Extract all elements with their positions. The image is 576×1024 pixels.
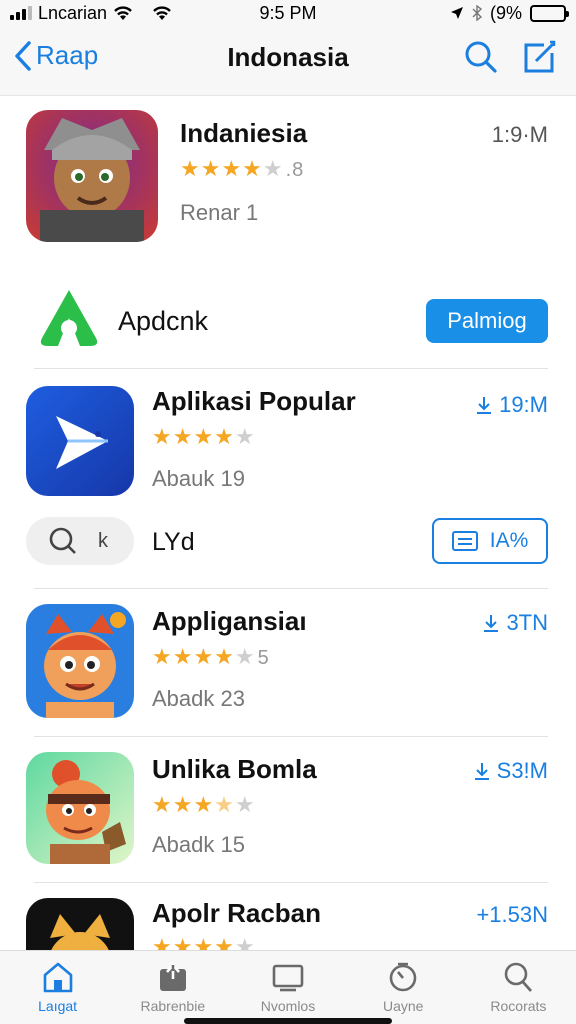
app-icon — [26, 386, 134, 496]
app-icon — [26, 604, 134, 718]
status-left: Lncarian — [10, 3, 210, 24]
wifi-icon-secondary — [153, 6, 171, 20]
chevron-left-icon — [15, 40, 31, 71]
home-indicator — [184, 1018, 392, 1024]
tab-search[interactable]: Rocorats — [461, 951, 576, 1024]
tab-label: Uayne — [382, 998, 424, 1014]
brand-name: Apdcnk — [118, 306, 209, 336]
divider — [34, 736, 548, 737]
location-arrow-icon — [450, 7, 463, 19]
app-icon — [26, 752, 134, 864]
app-size: 3TN — [482, 610, 548, 636]
search-icon — [49, 527, 76, 554]
carrier-name: Lncarian — [38, 2, 108, 23]
filter-button[interactable]: IA% — [432, 518, 548, 564]
featured-app-row[interactable]: Indaniesia ★★★★★ .8 Renar 1 1:9·M — [0, 96, 576, 266]
search-icon — [505, 962, 533, 992]
list-item[interactable]: Apolr Racban ★★★★★ +1.53N — [0, 884, 576, 950]
divider — [34, 588, 548, 589]
featured-app-size: 1:9·M — [491, 122, 548, 147]
app-subtitle: Abadk 15 — [152, 832, 245, 857]
search-suffix: k — [98, 529, 108, 552]
featured-app-icon — [26, 110, 158, 242]
tab-label: Rabrenbie — [140, 998, 206, 1014]
home-icon — [43, 962, 72, 993]
battery-percentage: (9% — [489, 2, 522, 23]
status-bar: Lncarian 9:5 PM (9% — [0, 0, 576, 26]
featured-app-name: Indaniesia — [180, 118, 308, 148]
app-name: Unlika Bomla — [152, 754, 317, 784]
status-right: (9% — [366, 2, 569, 24]
tab-label: Nvomlos — [260, 998, 316, 1014]
app-size-value: S3!M — [496, 758, 548, 783]
app-size-value: 19:M — [499, 392, 548, 417]
app-name: Aplikasi Popular — [152, 386, 356, 416]
wifi-icon — [114, 6, 132, 20]
divider — [34, 882, 548, 883]
brand-logo-icon — [40, 290, 98, 346]
rating-number: .8 — [285, 159, 305, 181]
tab-games[interactable]: Uayne — [346, 951, 461, 1024]
battery-icon — [530, 4, 569, 22]
brand-action-button[interactable]: Palmiog — [426, 299, 548, 343]
clock-icon — [389, 962, 417, 992]
filter-label: LYd — [152, 528, 195, 556]
app-icon — [26, 898, 134, 950]
navigation-bar: Raap Indonasia — [0, 26, 576, 96]
app-size: +1.53N — [476, 902, 548, 927]
tab-bar: Laıgat Rabrenbie Nvomlos Uayne Rocorats — [0, 950, 576, 1024]
list-item[interactable]: Appligansiaı ★★★★★ 5 Abadk 23 3TN — [0, 590, 576, 736]
app-name: Appligansiaı — [152, 606, 307, 636]
tab-today[interactable]: Laıgat — [0, 951, 115, 1024]
featured-app-subtitle: Renar 1 — [180, 200, 259, 225]
list-icon — [451, 531, 478, 551]
tab-label: Rocorats — [490, 998, 547, 1014]
app-rating: ★★★★★ 5 — [152, 644, 270, 669]
back-label: Raap — [36, 40, 99, 70]
tab-apps[interactable]: Nvomlos — [230, 951, 345, 1024]
divider — [34, 368, 548, 369]
screen-icon — [272, 964, 304, 992]
compose-icon[interactable] — [522, 40, 556, 74]
nav-actions — [464, 40, 556, 74]
list-item[interactable]: Aplikasi Popular ★★★★★ Abauk 19 19:M — [0, 370, 576, 510]
filter-button-label: IA% — [489, 529, 529, 552]
download-icon[interactable] — [482, 613, 500, 633]
tab-label: Laıgat — [38, 998, 78, 1014]
search-input[interactable]: k — [26, 517, 134, 565]
app-rating: ★★★★★ — [152, 792, 256, 817]
tab-updates[interactable]: Rabrenbie — [115, 951, 230, 1024]
updates-icon — [159, 963, 186, 991]
download-icon[interactable] — [475, 395, 493, 415]
search-icon[interactable] — [464, 40, 498, 74]
app-name: Apolr Racban — [152, 898, 322, 928]
featured-app-rating: ★★★★★ .8 — [180, 156, 305, 181]
app-size: S3!M — [473, 758, 548, 784]
back-button[interactable]: Raap — [14, 40, 98, 71]
signal-icon — [10, 6, 32, 20]
app-subtitle: Abauk 19 — [152, 466, 245, 491]
app-size-value: 3TN — [506, 610, 548, 635]
bluetooth-icon — [472, 5, 482, 21]
download-icon[interactable] — [473, 761, 491, 781]
app-size: 19:M — [475, 392, 548, 418]
app-subtitle: Abadk 23 — [152, 686, 245, 711]
list-item[interactable]: Unlika Bomla ★★★★★ Abadk 15 S3!M — [0, 738, 576, 882]
rating-number: 5 — [257, 647, 270, 669]
app-rating: ★★★★★ — [152, 934, 256, 950]
status-time: 9:5 PM — [259, 2, 317, 23]
app-rating: ★★★★★ — [152, 424, 256, 449]
